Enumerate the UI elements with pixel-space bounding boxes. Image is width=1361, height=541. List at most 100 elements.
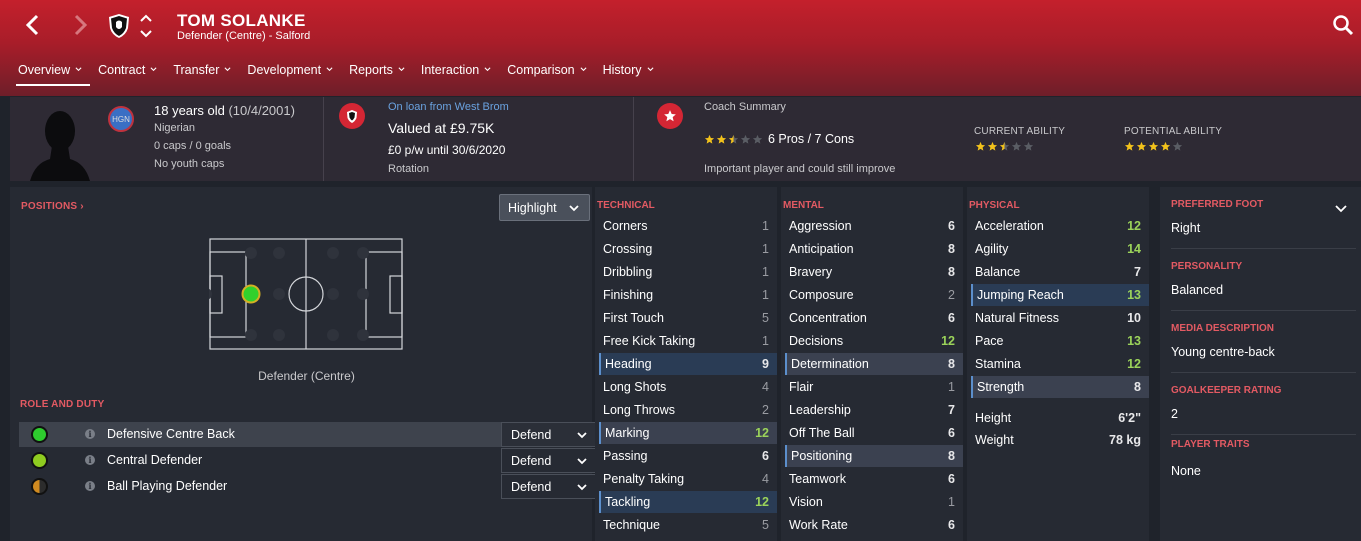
attribute-value: 1 — [762, 334, 769, 348]
attribute-row-vision[interactable]: Vision 1 — [785, 491, 963, 513]
attribute-value: 2 — [762, 403, 769, 417]
attribute-row-pace[interactable]: Pace 13 — [971, 330, 1149, 352]
star-icon — [975, 141, 986, 151]
duty-dropdown[interactable]: Defend — [501, 448, 600, 473]
attribute-row-positioning[interactable]: Positioning 8 — [785, 445, 963, 467]
positions-title-link[interactable]: POSITIONS › — [21, 201, 84, 212]
mental-title: MENTAL — [783, 200, 824, 211]
attribute-row-passing[interactable]: Passing 6 — [599, 445, 777, 467]
attribute-row-work-rate[interactable]: Work Rate 6 — [785, 514, 963, 536]
attribute-row-free-kick-taking[interactable]: Free Kick Taking 1 — [599, 330, 777, 352]
attribute-row-penalty-taking[interactable]: Penalty Taking 4 — [599, 468, 777, 490]
attribute-row-natural-fitness[interactable]: Natural Fitness 10 — [971, 307, 1149, 329]
role-suitability-dot — [31, 478, 48, 495]
attribute-row-balance[interactable]: Balance 7 — [971, 261, 1149, 283]
tab-transfer[interactable]: Transfer — [165, 60, 239, 86]
attribute-row-agility[interactable]: Agility 14 — [971, 238, 1149, 260]
attribute-name: Vision — [789, 495, 823, 509]
star-icon — [1023, 141, 1034, 151]
tab-interaction[interactable]: Interaction — [413, 60, 499, 86]
attribute-name: Marking — [605, 426, 650, 440]
chevron-down-icon — [398, 67, 405, 72]
attribute-name: Strength — [977, 380, 1025, 394]
role-row-central-defender[interactable]: i Central Defender Defend — [19, 448, 600, 473]
info-icon[interactable]: i — [85, 481, 95, 491]
info-icon[interactable]: i — [85, 429, 95, 439]
star-icon — [752, 134, 763, 144]
attribute-value: 12 — [755, 426, 769, 440]
tab-history[interactable]: History — [595, 60, 662, 86]
star-icon — [728, 134, 739, 144]
highlight-dropdown[interactable]: Highlight — [499, 194, 590, 221]
attribute-row-heading[interactable]: Heading 9 — [599, 353, 777, 375]
attribute-row-composure[interactable]: Composure 2 — [785, 284, 963, 306]
attribute-value: 6 — [948, 472, 955, 486]
attribute-name: Free Kick Taking — [603, 334, 696, 348]
tab-contract[interactable]: Contract — [90, 60, 165, 86]
tab-overview[interactable]: Overview — [10, 60, 91, 86]
attribute-row-strength[interactable]: Strength 8 — [971, 376, 1149, 398]
potential-ability-stars — [1124, 141, 1183, 152]
attribute-row-teamwork[interactable]: Teamwork 6 — [785, 468, 963, 490]
tab-development[interactable]: Development — [239, 60, 341, 86]
coach-badge — [657, 103, 683, 129]
attribute-row-finishing[interactable]: Finishing 1 — [599, 284, 777, 306]
attribute-row-dribbling[interactable]: Dribbling 1 — [599, 261, 777, 283]
chevron-down-icon — [647, 67, 654, 72]
attribute-row-determination[interactable]: Determination 8 — [785, 353, 963, 375]
attribute-row-technique[interactable]: Technique 5 — [599, 514, 777, 536]
attribute-row-concentration[interactable]: Concentration 6 — [785, 307, 963, 329]
attribute-row-acceleration[interactable]: Acceleration 12 — [971, 215, 1149, 237]
attribute-row-long-shots[interactable]: Long Shots 4 — [599, 376, 777, 398]
attribute-row-anticipation[interactable]: Anticipation 8 — [785, 238, 963, 260]
role-row-ball-playing-defender[interactable]: i Ball Playing Defender Defend — [19, 474, 600, 499]
duty-dropdown[interactable]: Defend — [501, 474, 600, 499]
attribute-row-bravery[interactable]: Bravery 8 — [785, 261, 963, 283]
attribute-row-crossing[interactable]: Crossing 1 — [599, 238, 777, 260]
chevron-down-icon[interactable] — [1335, 205, 1347, 213]
attribute-row-decisions[interactable]: Decisions 12 — [785, 330, 963, 352]
attribute-row-leadership[interactable]: Leadership 7 — [785, 399, 963, 421]
duty-dropdown[interactable]: Defend — [501, 422, 600, 447]
loan-link[interactable]: On loan from West Brom — [388, 101, 509, 113]
attribute-row-long-throws[interactable]: Long Throws 2 — [599, 399, 777, 421]
chevron-right-icon — [74, 14, 88, 36]
player-traits-value: None — [1171, 464, 1201, 478]
attribute-name: Anticipation — [789, 242, 854, 256]
nation-badge-icon[interactable]: HGN — [108, 106, 134, 132]
attribute-row-first-touch[interactable]: First Touch 5 — [599, 307, 777, 329]
back-button[interactable] — [19, 12, 45, 38]
tab-comparison[interactable]: Comparison — [499, 60, 594, 86]
attribute-name: Passing — [603, 449, 648, 463]
mental-attributes: MENTAL Aggression 6 Anticipation 8 Bravery 8 C… — [781, 187, 963, 541]
attribute-row-aggression[interactable]: Aggression 6 — [785, 215, 963, 237]
attribute-row-jumping-reach[interactable]: Jumping Reach 13 — [971, 284, 1149, 306]
attribute-name: Positioning — [791, 449, 853, 463]
search-icon[interactable] — [1332, 14, 1354, 36]
attribute-row-tackling[interactable]: Tackling 12 — [599, 491, 777, 513]
attribute-row-stamina[interactable]: Stamina 12 — [971, 353, 1149, 375]
tab-reports[interactable]: Reports — [341, 60, 413, 86]
attribute-name: Balance — [975, 265, 1021, 279]
preferred-foot-value: Right — [1171, 221, 1201, 235]
attribute-row-flair[interactable]: Flair 1 — [785, 376, 963, 398]
forward-button[interactable] — [68, 12, 94, 38]
attribute-value: 5 — [762, 311, 769, 325]
role-row-defensive-centre-back[interactable]: i Defensive Centre Back Defend — [19, 422, 600, 447]
attribute-row-marking[interactable]: Marking 12 — [599, 422, 777, 444]
position-pitch-diagram — [209, 238, 403, 350]
attribute-name: Long Throws — [603, 403, 676, 417]
attribute-row-corners[interactable]: Corners 1 — [599, 215, 777, 237]
divider — [1171, 248, 1356, 249]
club-crest-icon[interactable] — [108, 13, 130, 39]
current-ability-stars — [975, 141, 1034, 152]
role-name: Ball Playing Defender — [107, 479, 228, 493]
player-nav-chevrons-icon[interactable] — [139, 12, 153, 40]
attribute-row-off-the-ball[interactable]: Off The Ball 6 — [785, 422, 963, 444]
tab-label: Contract — [98, 63, 146, 77]
personality-value: Balanced — [1171, 283, 1224, 297]
info-icon[interactable]: i — [85, 455, 95, 465]
physical-attributes: PHYSICAL Height 6'2" Weight 78 kg Accele… — [967, 187, 1149, 541]
pros-cons-link[interactable]: 6 Pros / 7 Cons — [768, 132, 854, 146]
player-subtitle: Defender (Centre) - Salford — [177, 30, 311, 42]
